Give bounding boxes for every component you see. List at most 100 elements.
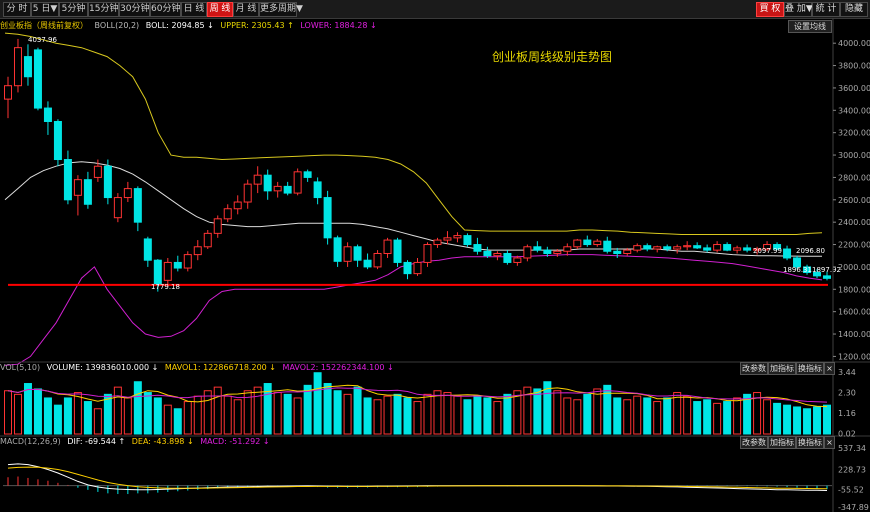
candle-body [373, 252, 382, 268]
candle-body [503, 252, 512, 263]
volume-bar [223, 395, 232, 435]
candle-body [203, 232, 212, 248]
vol-edit-params-button[interactable]: 改参数 [740, 362, 768, 375]
volume-bar [433, 390, 442, 435]
volume-bar [603, 384, 612, 435]
candle-body [133, 188, 142, 223]
volume-bar [533, 388, 542, 435]
volume-bar [743, 393, 752, 435]
candle-body [323, 197, 332, 239]
volume-bar [633, 395, 642, 435]
tab-timeshare[interactable]: 分 时 [3, 2, 31, 17]
macd-add-indicator-button[interactable]: 加指标 [768, 436, 796, 449]
volume-bar [443, 392, 452, 435]
candle-body [633, 245, 642, 251]
candle-body [743, 247, 752, 251]
candle-body [23, 56, 32, 78]
candle-body [563, 246, 572, 252]
candle-body [413, 261, 422, 275]
candle-body [533, 246, 542, 251]
mavol1-value: MAVOL1: 122866718.200 ↓ [164, 363, 276, 372]
stats-button[interactable]: 統 计 [812, 2, 840, 17]
candle-body [123, 188, 132, 199]
price-tick-label: 1600.00 [838, 308, 870, 317]
hide-button[interactable]: 隐藏 [840, 2, 868, 17]
volume-bar [363, 397, 372, 435]
price-tick-label: 3000.00 [838, 151, 870, 160]
candle-body [103, 165, 112, 199]
candle-body [233, 201, 242, 210]
chart-annotation: 创业板周线级别走势图 [492, 50, 613, 64]
volume-bar [23, 383, 32, 435]
candle-body [183, 254, 192, 269]
tab-5min[interactable]: 5分钟 [59, 2, 88, 17]
candle-body [273, 185, 282, 192]
tab-weekly[interactable]: 周 线 [207, 2, 233, 17]
volume-tick-label: 0.02 [838, 430, 856, 439]
buy-right-button[interactable]: 買 权 [756, 2, 784, 17]
volume-bar [303, 384, 312, 435]
volume-bar [263, 383, 272, 435]
candle-body [223, 208, 232, 220]
candle-body [703, 247, 712, 251]
vol-add-indicator-button[interactable]: 加指标 [768, 362, 796, 375]
volume-bar [453, 395, 462, 435]
volume-bar [313, 372, 322, 435]
macd-panel [3, 463, 832, 495]
price-tick-label: 3800.00 [838, 62, 870, 71]
candle-body [143, 238, 152, 261]
price-tick-label: 3400.00 [838, 106, 870, 115]
candle-body [363, 259, 372, 268]
volume-bar [663, 397, 672, 435]
candle-body [33, 49, 42, 109]
price-panel: 4037.96 1779.18 2097.99 2096.80 1896.31 1897.… [3, 32, 841, 366]
candle-body [683, 245, 692, 248]
candle-body [353, 246, 362, 261]
candle-body [213, 218, 222, 234]
candle-body [753, 248, 762, 251]
tab-15min[interactable]: 15分钟 [88, 2, 119, 17]
price-tick-label: 2400.00 [838, 218, 870, 227]
tab-monthly[interactable]: 月 线 [233, 2, 259, 17]
candle-body [813, 272, 822, 277]
tab-more-periods[interactable]: 更多周期▼ [259, 2, 303, 17]
candle-body [543, 249, 552, 254]
candle-body [493, 252, 502, 257]
price-tick-label: 1200.00 [838, 352, 870, 361]
price-tick-label: 2600.00 [838, 196, 870, 205]
candle-body [253, 174, 262, 185]
volume-bar [13, 393, 22, 435]
volume-bar [763, 399, 772, 435]
candle-body [523, 246, 532, 259]
macd-edit-params-button[interactable]: 改参数 [740, 436, 768, 449]
candle-body [673, 246, 682, 250]
tab-60min[interactable]: 60分钟 [150, 2, 181, 17]
tab-30min[interactable]: 30分钟 [119, 2, 150, 17]
vol-change-indicator-button[interactable]: 换指标 [796, 362, 824, 375]
macd-tick-label: 537.34 [838, 444, 866, 453]
volume-bar [353, 386, 362, 435]
volume-bar [713, 402, 722, 435]
macd-close-button[interactable]: × [824, 436, 835, 449]
volume-bar [243, 390, 252, 435]
candle-body [283, 185, 292, 194]
volume-bar [693, 401, 702, 435]
volume-bar [103, 393, 112, 435]
candle-body [43, 107, 52, 122]
mavol1-line [7, 384, 828, 408]
candle-body [113, 197, 122, 219]
vol-close-button[interactable]: × [824, 362, 835, 375]
volume-bar [53, 404, 62, 435]
volume-bar [583, 393, 592, 435]
volume-bar [293, 397, 302, 435]
tab-daily[interactable]: 日 线 [181, 2, 207, 17]
candle-body [303, 171, 312, 178]
macd-change-indicator-button[interactable]: 换指标 [796, 436, 824, 449]
set-ma-button[interactable]: 设置均线 [788, 20, 832, 33]
volume-bar [493, 401, 502, 435]
overlay-button[interactable]: 叠 加▼ [784, 2, 813, 17]
volume-bar [823, 404, 832, 435]
candle-body [383, 239, 392, 254]
volume-bar [563, 397, 572, 435]
tab-5day[interactable]: 5 日▼ [31, 2, 59, 17]
